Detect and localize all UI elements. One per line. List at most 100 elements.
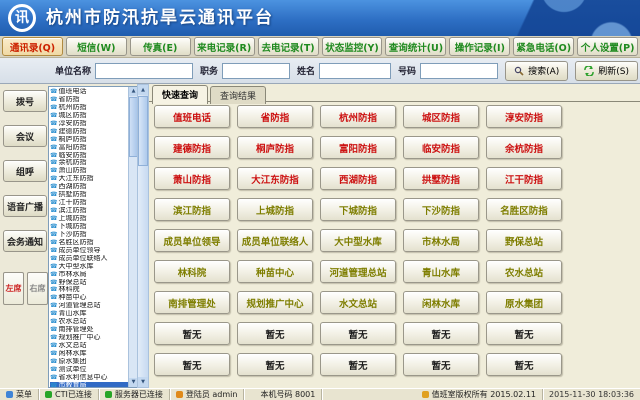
tree-item[interactable]: ☎城区防指	[50, 112, 128, 120]
quick-dial-button[interactable]: 闲林水库	[403, 291, 479, 314]
tree-item[interactable]: ☎滨江防指	[50, 207, 128, 215]
tree-item[interactable]: ☎大江东防指	[50, 175, 128, 183]
tree-item[interactable]: ☎拱墅防指	[50, 191, 128, 199]
tab-query-result[interactable]: 查询结果	[210, 86, 266, 104]
tree-item[interactable]: ☎淳安防指	[50, 120, 128, 128]
toolbar-button-emergency-phone[interactable]: 紧急电话(O)	[513, 37, 574, 56]
refresh-button[interactable]: 刷新(S)	[575, 61, 638, 81]
quick-dial-button[interactable]: 省防指	[237, 105, 313, 128]
right-seat-button[interactable]: 右席	[27, 272, 48, 305]
tree-item[interactable]: ☎西湖防指	[50, 183, 128, 191]
quick-dial-button[interactable]: 暂无	[320, 353, 396, 376]
main-scroll-thumb[interactable]	[138, 96, 148, 166]
tree-item[interactable]: ☎原水集团	[50, 358, 128, 366]
quick-dial-button[interactable]: 规划推广中心	[237, 291, 313, 314]
tree-scrollbar[interactable]: ▲ ▼	[128, 87, 137, 387]
tree-item[interactable]: ☎省水利信息中心	[50, 374, 128, 382]
quick-dial-button[interactable]: 淳安防指	[486, 105, 562, 128]
quick-dial-button[interactable]: 种苗中心	[237, 260, 313, 283]
quick-dial-button[interactable]: 滨江防指	[154, 198, 230, 221]
quick-dial-button[interactable]: 农水总站	[486, 260, 562, 283]
quick-dial-button[interactable]: 下沙防指	[403, 198, 479, 221]
toolbar-button-query-stats[interactable]: 查询统计(U)	[385, 37, 446, 56]
quick-dial-button[interactable]: 暂无	[237, 322, 313, 345]
quick-dial-button[interactable]: 青山水库	[403, 260, 479, 283]
tree-item[interactable]: ☎名胜区防指	[50, 239, 128, 247]
tree-item[interactable]: ☎河道管理总站	[50, 302, 128, 310]
quick-dial-button[interactable]: 上城防指	[237, 198, 313, 221]
tree-item[interactable]: ☎值班电话	[50, 88, 128, 96]
toolbar-button-personal-settings[interactable]: 个人设置(P)	[577, 37, 638, 56]
quick-dial-button[interactable]: 暂无	[320, 322, 396, 345]
quick-dial-button[interactable]: 名胜区防指	[486, 198, 562, 221]
tree-item[interactable]: ☎成员单位联络人	[50, 255, 128, 263]
tree-item[interactable]: ☎南排管理处	[50, 326, 128, 334]
tree-item[interactable]: ☎闲林水库	[50, 350, 128, 358]
sidebar-button-dial[interactable]: 拨号	[3, 90, 47, 112]
tree-item[interactable]: ☎大中型水库	[50, 263, 128, 271]
quick-dial-button[interactable]: 杭州防指	[320, 105, 396, 128]
unit-name-input[interactable]	[95, 63, 193, 79]
quick-dial-button[interactable]: 原水集团	[486, 291, 562, 314]
quick-dial-button[interactable]: 成员单位联络人	[237, 229, 313, 252]
sidebar-button-voice-broadcast[interactable]: 语音广播	[3, 195, 47, 217]
number-input[interactable]	[420, 63, 498, 79]
quick-dial-button[interactable]: 拱墅防指	[403, 167, 479, 190]
tree-item[interactable]: ☎水文总站	[50, 342, 128, 350]
quick-dial-button[interactable]: 值班电话	[154, 105, 230, 128]
quick-dial-button[interactable]: 河道管理总站	[320, 260, 396, 283]
tree-item[interactable]: ☎余杭防指	[50, 159, 128, 167]
quick-dial-button[interactable]: 桐庐防指	[237, 136, 313, 159]
toolbar-button-contacts[interactable]: 通讯录(Q)	[2, 37, 63, 56]
tree-item[interactable]: ☎杭州防指	[50, 104, 128, 112]
quick-dial-button[interactable]: 江干防指	[486, 167, 562, 190]
sidebar-button-meeting-notice[interactable]: 会务通知	[3, 230, 47, 252]
toolbar-button-fax[interactable]: 传真(E)	[130, 37, 191, 56]
quick-dial-button[interactable]: 临安防指	[403, 136, 479, 159]
quick-dial-button[interactable]: 西湖防指	[320, 167, 396, 190]
quick-dial-button[interactable]: 水文总站	[320, 291, 396, 314]
quick-dial-button[interactable]: 暂无	[486, 322, 562, 345]
tree-item[interactable]: ☎青山水库	[50, 310, 128, 318]
tree-item[interactable]: ☎规划推广中心	[50, 334, 128, 342]
toolbar-button-sms[interactable]: 短信(W)	[66, 37, 127, 56]
tree-item[interactable]: ☎成员单位领导	[50, 247, 128, 255]
tree-item[interactable]: ☎野保总站	[50, 279, 128, 287]
toolbar-button-outgoing-calls[interactable]: 去电记录(T)	[258, 37, 319, 56]
quick-dial-button[interactable]: 林科院	[154, 260, 230, 283]
status-segment-menu[interactable]: 菜单	[0, 389, 39, 400]
main-panel-scrollbar[interactable]: ▲ ▼	[137, 84, 149, 388]
scroll-up-icon[interactable]: ▲	[138, 85, 148, 95]
tree-item[interactable]: ☎萧山防指	[50, 167, 128, 175]
toolbar-button-operation-log[interactable]: 操作记录(I)	[449, 37, 510, 56]
quick-dial-button[interactable]: 富阳防指	[320, 136, 396, 159]
tree-item[interactable]: ☎富阳防指	[50, 144, 128, 152]
left-seat-button[interactable]: 左席	[3, 272, 24, 305]
quick-dial-button[interactable]: 暂无	[486, 353, 562, 376]
tree-item[interactable]: ☎林科院	[50, 286, 128, 294]
quick-dial-button[interactable]: 成员单位领导	[154, 229, 230, 252]
tree-item[interactable]: ☎桐庐防指	[50, 136, 128, 144]
search-button[interactable]: 搜索(A)	[505, 61, 568, 81]
tree-item[interactable]: ☎临安防指	[50, 152, 128, 160]
name-input[interactable]	[319, 63, 391, 79]
quick-dial-button[interactable]: 野保总站	[486, 229, 562, 252]
quick-dial-button[interactable]: 暂无	[154, 322, 230, 345]
quick-dial-button[interactable]: 暂无	[154, 353, 230, 376]
sidebar-button-meeting[interactable]: 会议	[3, 125, 47, 147]
quick-dial-button[interactable]: 暂无	[237, 353, 313, 376]
tree-item[interactable]: ☎江干防指	[50, 199, 128, 207]
tree-item[interactable]: ☎市林水局	[50, 271, 128, 279]
tree-item[interactable]: ☎种苗中心	[50, 294, 128, 302]
tree-item[interactable]: ☎下城防指	[50, 223, 128, 231]
quick-dial-button[interactable]: 暂无	[403, 322, 479, 345]
tab-quick-query[interactable]: 快速查询	[152, 85, 208, 104]
tree-item[interactable]: ☎省防指	[50, 96, 128, 104]
quick-dial-button[interactable]: 暂无	[403, 353, 479, 376]
quick-dial-button[interactable]: 市林水局	[403, 229, 479, 252]
quick-dial-button[interactable]: 城区防指	[403, 105, 479, 128]
quick-dial-button[interactable]: 建德防指	[154, 136, 230, 159]
quick-dial-button[interactable]: 大中型水库	[320, 229, 396, 252]
sidebar-button-group-call[interactable]: 组呼	[3, 160, 47, 182]
quick-dial-button[interactable]: 下城防指	[320, 198, 396, 221]
